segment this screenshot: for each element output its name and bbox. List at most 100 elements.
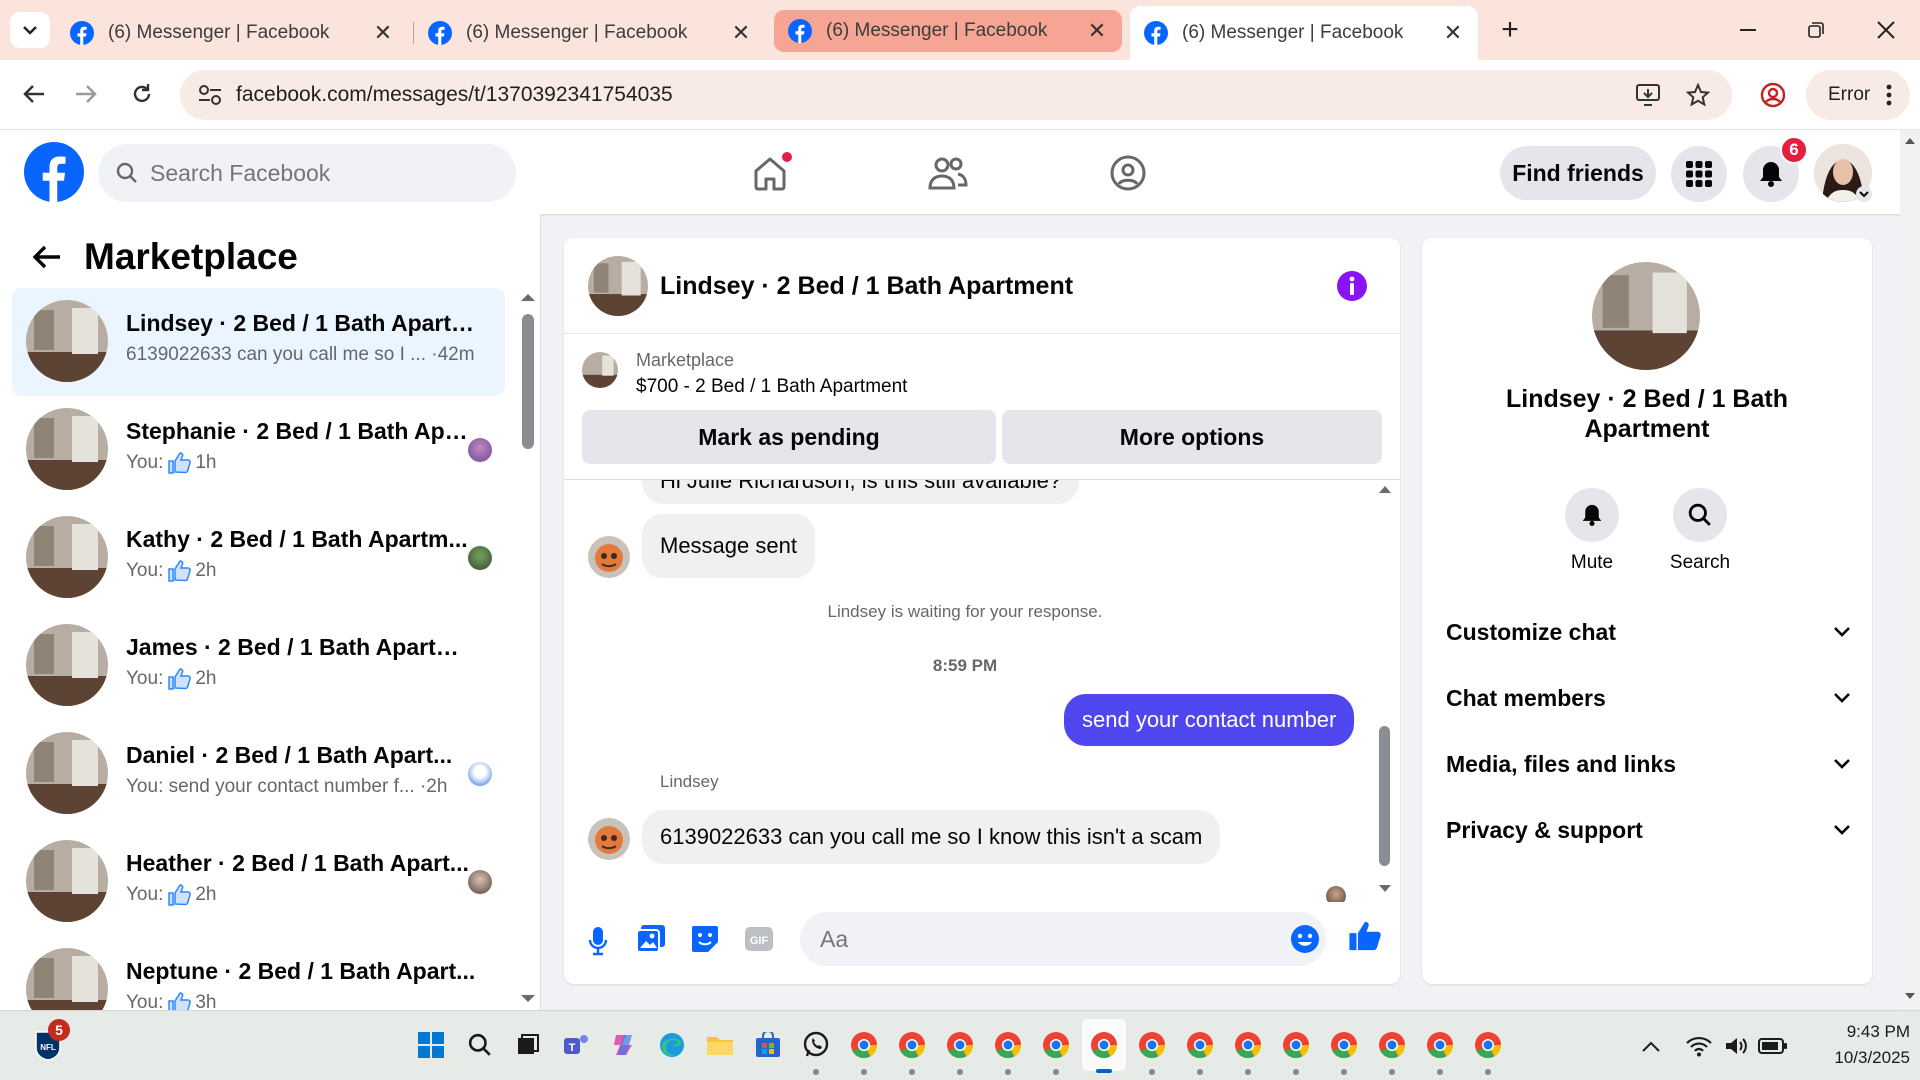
chrome-profile-app[interactable] [1374, 1027, 1410, 1063]
new-tab-button[interactable]: + [1482, 8, 1538, 52]
customize-chat-section[interactable]: Customize chat [1446, 612, 1850, 652]
chrome-profile-app-active[interactable] [1086, 1027, 1122, 1063]
photo-icon[interactable] [636, 924, 666, 954]
conversation-item[interactable]: James · 2 Bed / 1 Bath Apartment You: 2h [12, 612, 505, 720]
system-clock[interactable]: 9:43 PM 10/3/2025 [1800, 1019, 1910, 1071]
message-scrollbar[interactable] [1379, 726, 1390, 866]
profile-icon[interactable] [1760, 82, 1786, 108]
search-action[interactable]: Search [1660, 488, 1740, 574]
page-scrollbar[interactable] [1900, 130, 1920, 1010]
facebook-search[interactable] [98, 144, 516, 202]
profile-error-button[interactable]: Error [1806, 70, 1910, 120]
message-input[interactable] [820, 925, 1260, 953]
mute-action[interactable]: Mute [1552, 488, 1632, 574]
chat-members-section[interactable]: Chat members [1446, 678, 1850, 718]
chat-profile-photo[interactable] [1592, 262, 1700, 370]
friends-nav-button[interactable] [922, 150, 974, 196]
browser-tab-3[interactable]: (6) Messenger | Facebook ✕ [774, 10, 1122, 52]
facebook-logo-icon[interactable] [24, 142, 84, 202]
browser-tab-4-active[interactable]: (6) Messenger | Facebook ✕ [1130, 6, 1478, 60]
microsoft-store-app[interactable] [750, 1027, 786, 1063]
like-thumbs-up-icon[interactable] [1348, 920, 1382, 952]
forward-button[interactable] [66, 74, 106, 114]
gif-icon[interactable]: GIF [744, 926, 774, 952]
listing-title[interactable]: $700 - 2 Bed / 1 Bath Apartment [636, 376, 907, 398]
media-files-links-section[interactable]: Media, files and links [1446, 744, 1850, 784]
edge-app[interactable] [654, 1027, 690, 1063]
back-button[interactable] [14, 74, 54, 114]
chat-avatar[interactable] [588, 256, 648, 316]
menu-button[interactable] [1671, 146, 1727, 202]
volume-icon[interactable] [1724, 1035, 1750, 1057]
conversation-item[interactable]: Neptune · 2 Bed / 1 Bath Apart... You: 3h [12, 936, 505, 1010]
teams-app[interactable]: T [558, 1027, 594, 1063]
chrome-profile-app[interactable] [1038, 1027, 1074, 1063]
chrome-profile-app[interactable] [894, 1027, 930, 1063]
search-input[interactable] [150, 159, 480, 187]
whatsapp-app[interactable] [798, 1027, 834, 1063]
scroll-down-arrow-icon[interactable] [520, 994, 536, 1004]
close-tab-icon[interactable]: ✕ [1086, 18, 1108, 44]
microphone-icon[interactable] [588, 926, 608, 956]
account-chevron-icon[interactable] [1856, 186, 1872, 202]
chrome-profile-app[interactable] [990, 1027, 1026, 1063]
chrome-profile-app[interactable] [942, 1027, 978, 1063]
scroll-down-arrow-icon[interactable] [1904, 992, 1916, 1001]
chrome-app[interactable] [846, 1027, 882, 1063]
conversation-item[interactable]: Daniel · 2 Bed / 1 Bath Apart... You: se… [12, 720, 505, 828]
close-tab-icon[interactable]: ✕ [372, 20, 394, 46]
groups-nav-button[interactable] [1102, 150, 1154, 196]
back-arrow-icon[interactable] [32, 244, 62, 270]
chrome-profile-app[interactable] [1278, 1027, 1314, 1063]
close-tab-icon[interactable]: ✕ [730, 20, 752, 46]
show-hidden-icons-chevron-icon[interactable] [1642, 1041, 1660, 1053]
taskbar-search-button[interactable] [462, 1027, 498, 1063]
conversation-item[interactable]: Kathy · 2 Bed / 1 Bath Apartm... You: 2h [12, 504, 505, 612]
browser-tab-2[interactable]: (6) Messenger | Facebook ✕ [414, 8, 766, 58]
chrome-profile-app[interactable] [1230, 1027, 1266, 1063]
start-button[interactable] [413, 1027, 449, 1063]
chrome-profile-app[interactable] [1326, 1027, 1362, 1063]
chat-title[interactable]: Lindsey · 2 Bed / 1 Bath Apartment [660, 272, 1073, 301]
scroll-up-arrow-icon[interactable] [520, 292, 536, 302]
tab-search-button[interactable] [10, 12, 50, 48]
site-settings-icon[interactable] [198, 84, 222, 106]
conversation-item[interactable]: Lindsey · 2 Bed / 1 Bath Apartm... 61390… [12, 288, 505, 396]
chrome-profile-app[interactable] [1470, 1027, 1506, 1063]
battery-icon[interactable] [1758, 1037, 1788, 1055]
chrome-profile-app[interactable] [1182, 1027, 1218, 1063]
chrome-profile-app[interactable] [1134, 1027, 1170, 1063]
home-nav-button[interactable] [744, 150, 796, 196]
install-app-icon[interactable] [1636, 84, 1660, 106]
file-explorer-app[interactable] [702, 1027, 738, 1063]
scroll-down-arrow-icon[interactable] [1378, 884, 1392, 894]
url-text[interactable]: facebook.com/messages/t/1370392341754035 [236, 83, 673, 107]
conversation-item[interactable]: Stephanie · 2 Bed / 1 Bath Apa... You: 1h [12, 396, 505, 504]
reload-button[interactable] [122, 74, 162, 114]
bookmark-star-icon[interactable] [1686, 83, 1710, 107]
privacy-support-section[interactable]: Privacy & support [1446, 810, 1850, 850]
wifi-icon[interactable] [1686, 1035, 1712, 1057]
info-icon[interactable] [1336, 270, 1368, 302]
restore-button[interactable] [1788, 8, 1844, 52]
sender-avatar[interactable] [588, 818, 630, 860]
more-options-button[interactable]: More options [1002, 410, 1382, 464]
sender-avatar[interactable] [588, 536, 630, 578]
scroll-up-arrow-icon[interactable] [1904, 136, 1916, 145]
copilot-app[interactable] [606, 1027, 642, 1063]
close-window-button[interactable] [1858, 8, 1914, 52]
browser-tab-1[interactable]: (6) Messenger | Facebook ✕ [56, 8, 408, 58]
address-bar[interactable]: facebook.com/messages/t/1370392341754035 [180, 70, 1732, 120]
task-view-button[interactable] [510, 1027, 546, 1063]
mark-as-pending-button[interactable]: Mark as pending [582, 410, 996, 464]
sticker-icon[interactable] [690, 924, 720, 954]
message-input-field[interactable] [800, 912, 1326, 966]
scroll-up-arrow-icon[interactable] [1378, 484, 1392, 494]
chat-list-scrollbar[interactable] [522, 314, 534, 449]
emoji-icon[interactable] [1290, 924, 1320, 954]
minimize-button[interactable] [1720, 8, 1776, 52]
chrome-profile-app[interactable] [1422, 1027, 1458, 1063]
close-tab-icon[interactable]: ✕ [1442, 20, 1464, 46]
conversation-item[interactable]: Heather · 2 Bed / 1 Bath Apart... You: 2h [12, 828, 505, 936]
find-friends-button[interactable]: Find friends [1500, 146, 1656, 200]
